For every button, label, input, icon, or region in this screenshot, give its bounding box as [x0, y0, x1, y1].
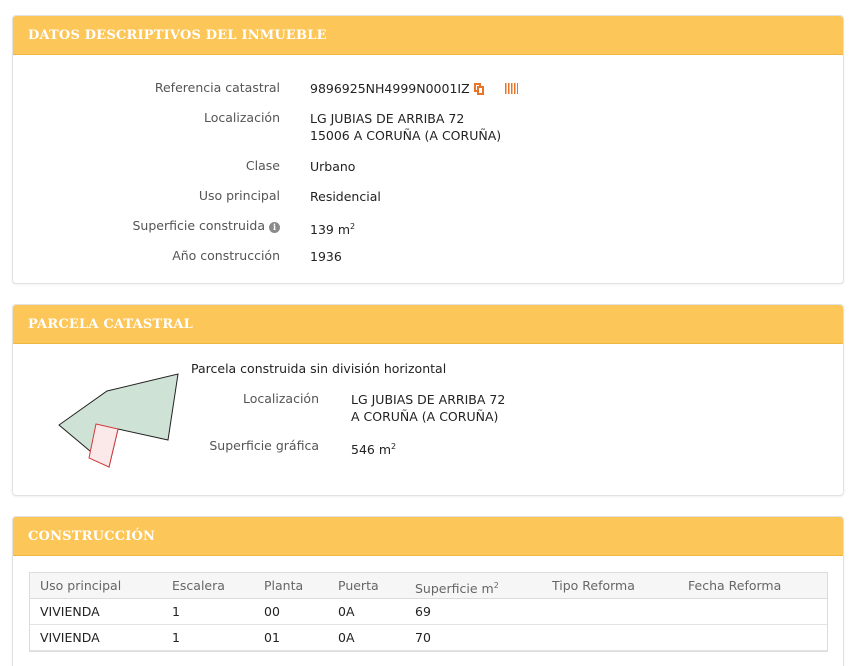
clase-label: Clase [245, 158, 280, 173]
construccion-panel: CONSTRUCCIÓN Uso principal Escalera Plan… [12, 516, 844, 666]
parcel-map[interactable] [53, 369, 185, 469]
table-row: VIVIENDA 1 01 0A 70 [30, 625, 827, 651]
parcela-subtitle: Parcela construida sin división horizont… [191, 361, 447, 376]
header-puerta[interactable]: Puerta [338, 573, 379, 599]
info-icon[interactable]: i [269, 222, 280, 233]
uso-label: Uso principal [198, 188, 280, 203]
cell-uso: VIVIENDA [40, 604, 100, 619]
header-superficie[interactable]: Superficie m2 [415, 573, 499, 602]
uso-value: Residencial [310, 189, 381, 204]
cell-escalera: 1 [172, 630, 180, 645]
datos-panel-header: DATOS DESCRIPTIVOS DEL INMUEBLE [13, 16, 843, 55]
table-header-row: Uso principal Escalera Planta Puerta Sup… [30, 573, 827, 599]
ref-value-wrap: 9896925NH4999N0001IZ [310, 80, 518, 97]
parcela-sup-value-wrap: 546 m2 [351, 438, 396, 458]
sup-label-wrap: Superficie construida i [132, 218, 280, 233]
parcela-loc-line1: LG JUBIAS DE ARRIBA 72 [351, 392, 506, 407]
parcela-loc-value: LG JUBIAS DE ARRIBA 72 A CORUÑA (A CORUÑ… [351, 391, 505, 425]
construccion-panel-title: CONSTRUCCIÓN [28, 528, 156, 544]
cell-uso: VIVIENDA [40, 630, 100, 645]
cell-planta: 00 [264, 604, 280, 619]
datos-panel: DATOS DESCRIPTIVOS DEL INMUEBLE Referenc… [12, 15, 844, 284]
ref-label: Referencia catastral [154, 80, 280, 95]
cell-puerta: 0A [338, 604, 355, 619]
loc-line2: 15006 A CORUÑA (A CORUÑA) [310, 128, 502, 143]
cell-puerta: 0A [338, 630, 355, 645]
copy-icon[interactable] [473, 83, 486, 95]
header-escalera[interactable]: Escalera [172, 573, 225, 599]
table-row: VIVIENDA 1 00 0A 69 [30, 599, 827, 625]
header-fecha-reforma[interactable]: Fecha Reforma [688, 573, 781, 599]
parcela-sup-label: Superficie gráfica [209, 438, 319, 453]
parcela-panel-header: PARCELA CATASTRAL [13, 305, 843, 344]
sup-value: 139 m [310, 222, 351, 237]
sup-exponent: 2 [350, 222, 356, 231]
loc-value: LG JUBIAS DE ARRIBA 72 15006 A CORUÑA (A… [310, 110, 501, 144]
loc-label: Localización [203, 110, 280, 125]
sup-label: Superficie construida [132, 218, 266, 233]
cell-superficie: 70 [415, 630, 431, 645]
cell-escalera: 1 [172, 604, 180, 619]
parcela-panel: PARCELA CATASTRAL Parcela construida sin… [12, 304, 844, 496]
parcela-sup-value: 546 m [351, 442, 392, 457]
anio-label: Año construcción [172, 248, 280, 263]
construccion-panel-header: CONSTRUCCIÓN [13, 517, 843, 556]
header-planta[interactable]: Planta [264, 573, 303, 599]
loc-line1: LG JUBIAS DE ARRIBA 72 [310, 111, 465, 126]
cell-superficie: 69 [415, 604, 431, 619]
header-superficie-exponent: 2 [493, 581, 499, 590]
header-tipo-reforma[interactable]: Tipo Reforma [552, 573, 635, 599]
datos-panel-title: DATOS DESCRIPTIVOS DEL INMUEBLE [28, 27, 327, 43]
cell-planta: 01 [264, 630, 280, 645]
parcela-sup-exponent: 2 [391, 442, 397, 451]
construccion-table: Uso principal Escalera Planta Puerta Sup… [29, 572, 828, 652]
parcela-loc-label: Localización [242, 391, 319, 406]
parcel-shape [58, 373, 179, 468]
clase-value: Urbano [310, 159, 356, 174]
anio-value: 1936 [310, 249, 342, 264]
header-uso-principal[interactable]: Uso principal [40, 573, 121, 599]
parcela-panel-title: PARCELA CATASTRAL [28, 316, 193, 332]
ref-value[interactable]: 9896925NH4999N0001IZ [310, 81, 470, 96]
header-superficie-label: Superficie m [415, 581, 494, 596]
parcela-loc-line2: A CORUÑA (A CORUÑA) [351, 409, 499, 424]
sup-value-wrap: 139 m2 [310, 218, 355, 238]
barcode-icon[interactable] [504, 83, 518, 94]
